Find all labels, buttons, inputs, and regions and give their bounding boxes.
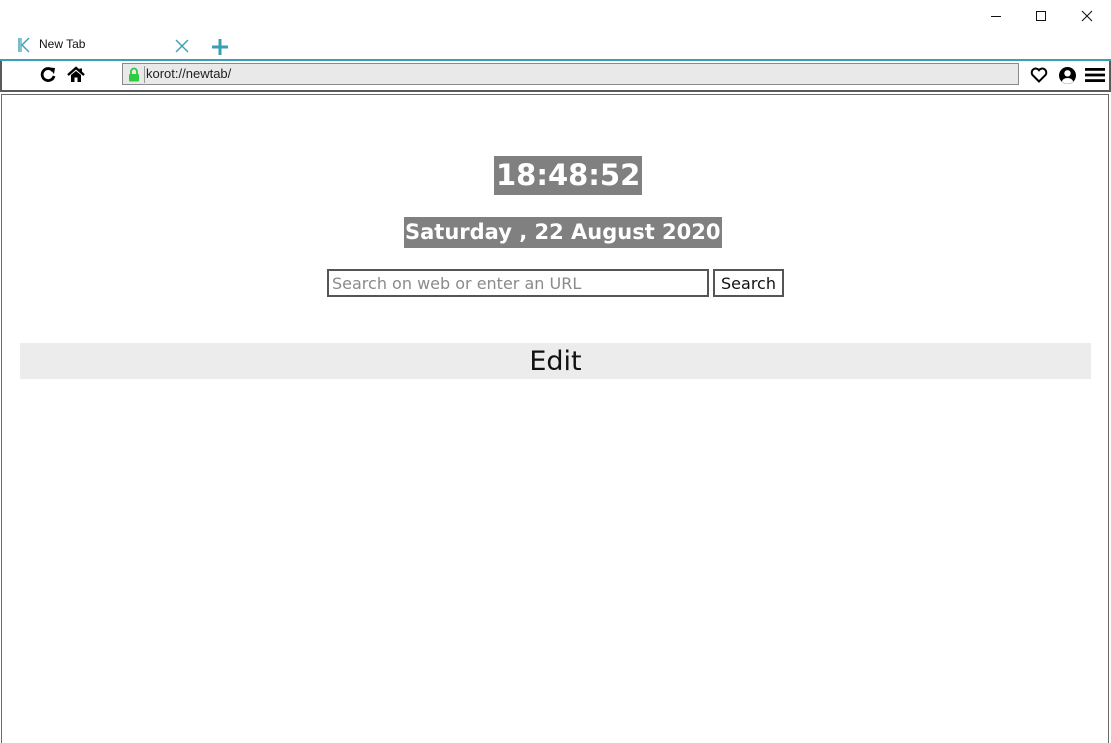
home-button[interactable]: [66, 65, 86, 85]
maximize-icon: [1036, 11, 1046, 21]
search-button[interactable]: Search: [713, 269, 784, 297]
minimize-button[interactable]: [973, 1, 1019, 31]
browser-window: New Tab korot://newtab/ 18:48:52 Saturda…: [0, 0, 1111, 743]
navigation-toolbar: korot://newtab/: [0, 61, 1111, 92]
menu-button[interactable]: [1085, 65, 1105, 85]
tab-new-tab[interactable]: New Tab: [8, 33, 198, 59]
menu-icon: [1085, 68, 1105, 82]
address-bar[interactable]: korot://newtab/: [122, 63, 1019, 85]
title-bar: New Tab: [0, 0, 1111, 61]
tab-title: New Tab: [39, 37, 86, 51]
current-date: Saturday , 22 August 2020: [404, 217, 722, 248]
search-input[interactable]: [327, 269, 709, 297]
favorites-button[interactable]: [1029, 65, 1049, 85]
edit-button[interactable]: Edit: [20, 343, 1091, 379]
maximize-button[interactable]: [1018, 1, 1064, 31]
korot-logo-icon: [18, 37, 30, 53]
url-text[interactable]: korot://newtab/: [146, 66, 231, 81]
home-icon: [67, 66, 85, 82]
close-icon: [1081, 10, 1093, 22]
close-window-button[interactable]: [1064, 1, 1110, 31]
reload-icon: [40, 67, 56, 82]
profile-button[interactable]: [1057, 65, 1077, 85]
profile-icon: [1058, 66, 1076, 84]
clock-time: 18:48:52: [494, 156, 643, 195]
url-separator: [144, 66, 145, 83]
minimize-icon: [991, 16, 1001, 17]
heart-icon: [1030, 67, 1048, 83]
tab-close-icon[interactable]: [175, 39, 189, 53]
lock-icon: [129, 67, 139, 82]
new-tab-page: 18:48:52 Saturday , 22 August 2020 Searc…: [1, 94, 1109, 743]
reload-button[interactable]: [38, 65, 58, 85]
new-tab-plus-icon[interactable]: [211, 38, 229, 56]
